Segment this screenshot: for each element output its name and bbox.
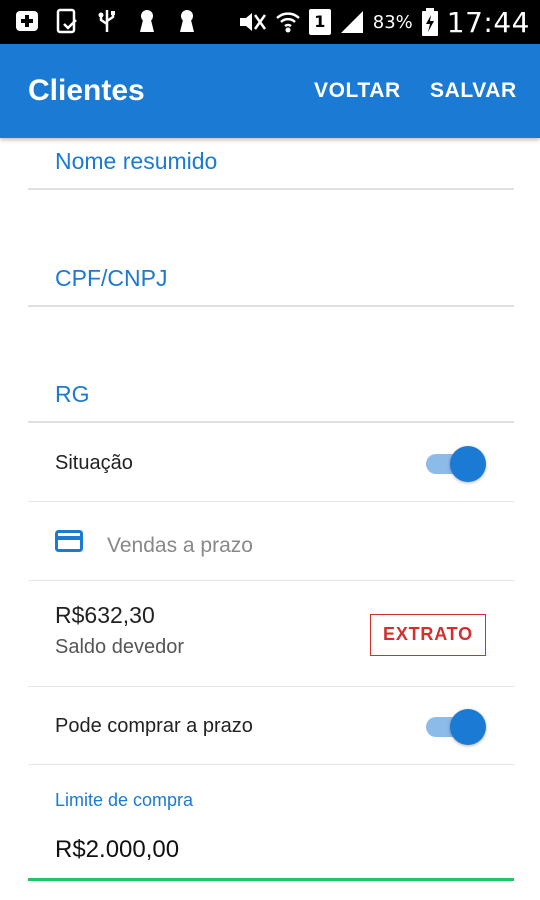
cpf-cnpj-field[interactable]: CPF/CNPJ	[55, 265, 167, 292]
extrato-button[interactable]: EXTRATO	[370, 614, 486, 656]
limite-de-compra-underline	[28, 878, 514, 881]
keyhole-icon	[180, 10, 194, 32]
system-icons: 1 83% 17:44	[237, 4, 530, 40]
saldo-devedor-label: Saldo devedor	[55, 636, 184, 658]
notification-icons	[14, 8, 200, 34]
app-bar: Clientes VOLTAR SALVAR	[0, 44, 540, 138]
mute-icon	[239, 13, 266, 31]
credit-card-icon	[55, 530, 83, 552]
wifi-icon	[275, 12, 300, 33]
usb-icon	[98, 10, 115, 32]
toggle-thumb	[450, 446, 486, 482]
cpf-cnpj-underline	[28, 305, 514, 307]
keyhole-icon	[140, 10, 154, 32]
vendas-a-prazo-label: Vendas a prazo	[107, 534, 253, 557]
situacao-toggle[interactable]	[426, 446, 486, 482]
battery-percent: 83%	[372, 11, 413, 33]
rg-field[interactable]: RG	[55, 381, 90, 408]
divider	[28, 764, 514, 765]
saldo-devedor-value: R$632,30	[55, 602, 155, 628]
divider	[28, 501, 514, 502]
status-bar: 1 83% 17:44	[0, 0, 540, 44]
nome-resumido-field[interactable]: Nome resumido	[55, 148, 217, 175]
divider	[28, 686, 514, 687]
page-title: Clientes	[28, 74, 145, 107]
toggle-thumb	[450, 709, 486, 745]
tablet-check-icon	[56, 8, 77, 34]
situacao-label: Situação	[55, 452, 133, 474]
add-box-icon	[16, 11, 38, 31]
pode-comprar-toggle[interactable]	[426, 709, 486, 745]
pode-comprar-label: Pode comprar a prazo	[55, 715, 253, 737]
divider	[28, 580, 514, 581]
sim-icon: 1	[308, 9, 331, 35]
battery-charging-icon	[421, 8, 438, 36]
limite-de-compra-input[interactable]: R$2.000,00	[55, 836, 179, 864]
clock: 17:44	[446, 5, 530, 39]
back-button[interactable]: VOLTAR	[314, 79, 401, 103]
signal-icon	[340, 11, 363, 33]
save-button[interactable]: SALVAR	[430, 79, 517, 103]
limite-de-compra-label: Limite de compra	[55, 790, 194, 810]
nome-resumido-underline	[28, 188, 514, 190]
rg-underline	[28, 421, 514, 423]
